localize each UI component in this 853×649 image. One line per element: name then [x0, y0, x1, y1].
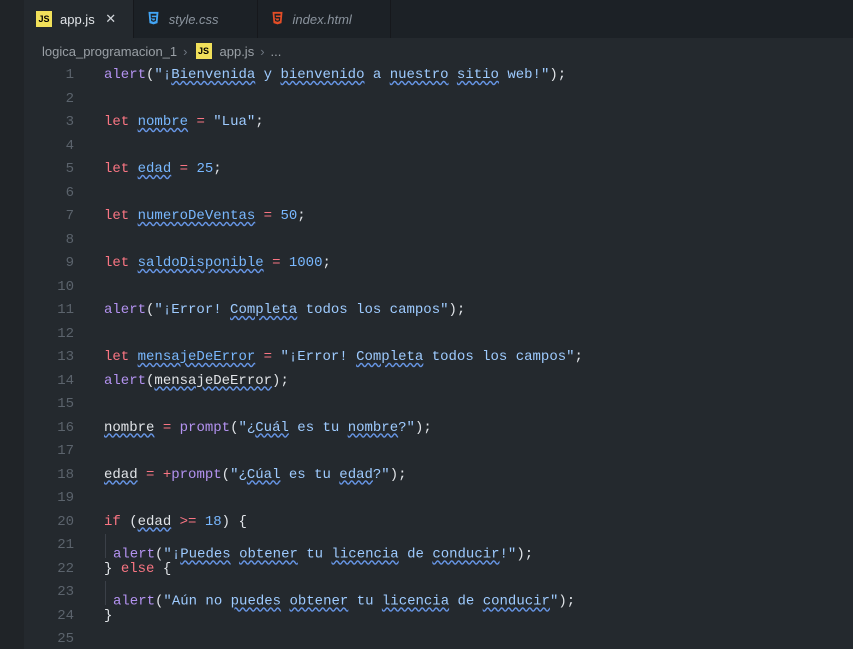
code-content[interactable]: alert("¡Bienvenida y bienvenido a nuestr… — [96, 64, 853, 649]
breadcrumb-ellipsis: ... — [271, 44, 282, 59]
html-file-icon — [270, 10, 285, 29]
tab-label: app.js — [60, 12, 95, 27]
tab-app-js[interactable]: JS app.js ✕ — [24, 0, 134, 38]
line-number-gutter: 1234567891011121314151617181920212223242… — [24, 64, 96, 649]
js-file-icon: JS — [36, 11, 52, 27]
tab-index-html[interactable]: index.html ✕ — [258, 0, 391, 38]
chevron-right-icon: › — [183, 44, 187, 59]
close-icon[interactable]: ✕ — [103, 11, 119, 27]
tab-label: style.css — [169, 12, 219, 27]
breadcrumb-file: app.js — [220, 44, 255, 59]
chevron-right-icon: › — [260, 44, 264, 59]
css-file-icon — [146, 10, 161, 29]
activity-bar[interactable] — [0, 0, 24, 649]
tab-bar: JS app.js ✕ style.css ✕ index.html ✕ — [24, 0, 853, 38]
tab-label: index.html — [293, 12, 352, 27]
code-editor[interactable]: 1234567891011121314151617181920212223242… — [24, 64, 853, 649]
breadcrumb[interactable]: logica_programacion_1 › JS app.js › ... — [24, 38, 853, 64]
js-file-icon: JS — [196, 43, 212, 59]
tab-style-css[interactable]: style.css ✕ — [134, 0, 258, 38]
editor-group: JS app.js ✕ style.css ✕ index.html ✕ log… — [24, 0, 853, 649]
breadcrumb-folder: logica_programacion_1 — [42, 44, 177, 59]
